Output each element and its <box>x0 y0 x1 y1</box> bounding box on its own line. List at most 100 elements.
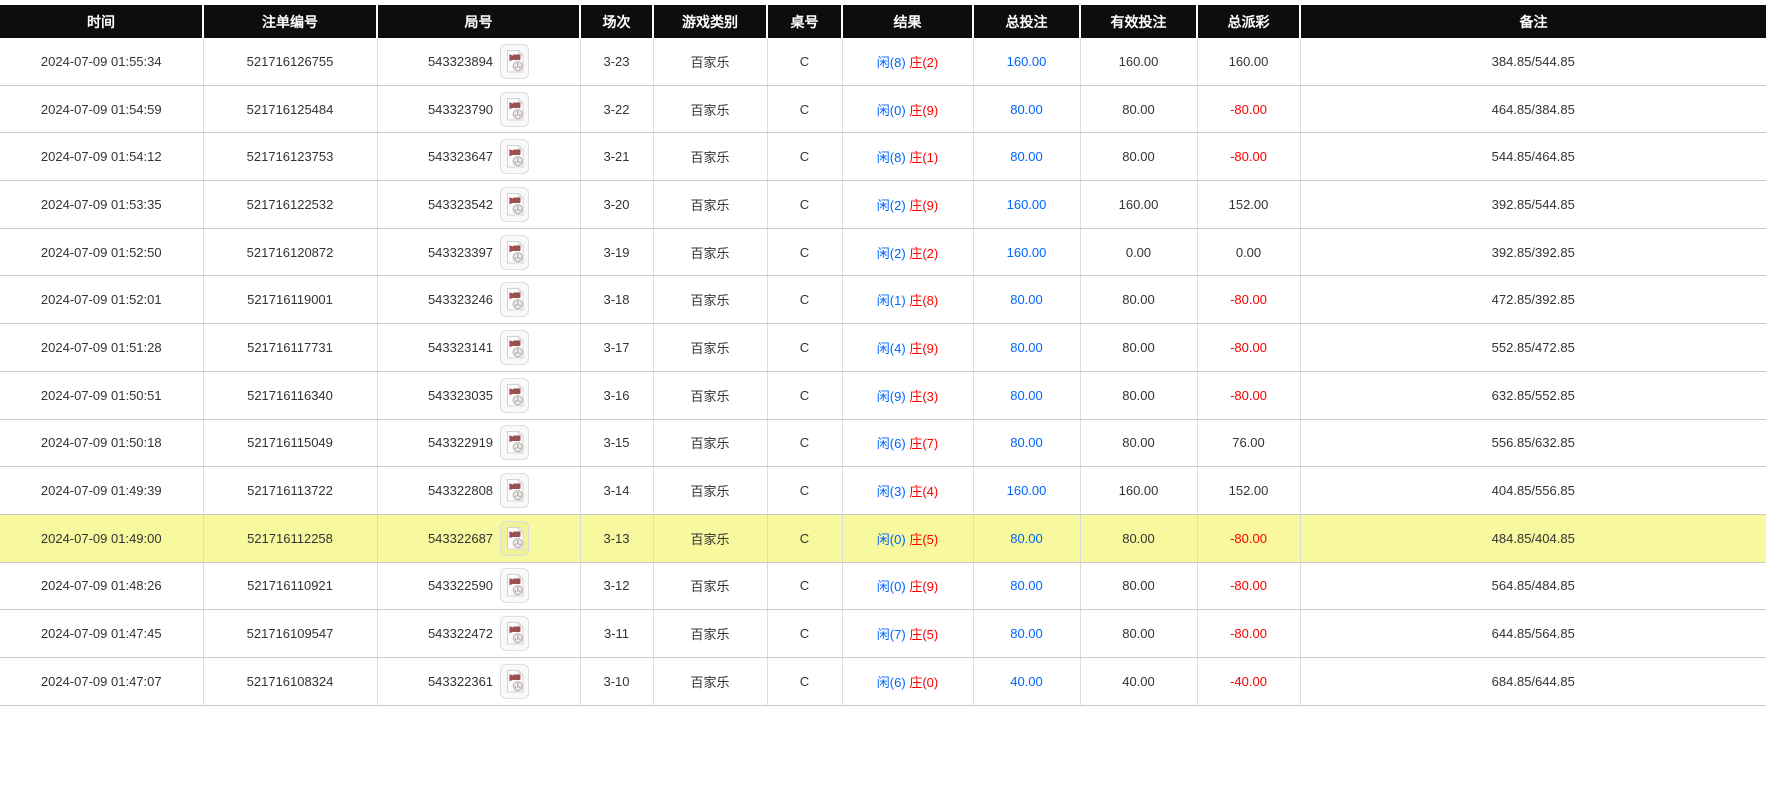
column-header-4: 游戏类别 <box>653 5 767 38</box>
total-bet-cell: 80.00 <box>973 85 1080 133</box>
game-type-cell: 百家乐 <box>653 562 767 610</box>
round-id: 543322919 <box>428 435 493 450</box>
table-number-cell: C <box>767 467 842 515</box>
round-cell: 543323542 <box>377 181 580 229</box>
round-wrap: 543323397 <box>428 235 529 270</box>
bet-id-cell: 521716109547 <box>203 610 377 658</box>
session-cell: 3-15 <box>580 419 653 467</box>
session-cell: 3-13 <box>580 514 653 562</box>
time-cell: 2024-07-09 01:47:07 <box>0 657 203 705</box>
video-replay-button[interactable] <box>500 521 529 556</box>
bet-id-cell: 521716110921 <box>203 562 377 610</box>
video-replay-button[interactable] <box>500 330 529 365</box>
video-replay-icon <box>505 97 525 122</box>
video-replay-icon <box>505 335 525 360</box>
payout-cell: -80.00 <box>1197 514 1300 562</box>
result-cell: 闲(2) 庄(9) <box>842 181 973 229</box>
bet-id-cell: 521716123753 <box>203 133 377 181</box>
round-id: 543323397 <box>428 245 493 260</box>
round-cell: 543322590 <box>377 562 580 610</box>
total-bet-cell: 160.00 <box>973 181 1080 229</box>
table-row: 2024-07-09 01:48:26 521716110921 5433225… <box>0 562 1766 610</box>
video-replay-icon <box>505 240 525 265</box>
game-type-cell: 百家乐 <box>653 85 767 133</box>
video-replay-button[interactable] <box>500 378 529 413</box>
game-type-cell: 百家乐 <box>653 324 767 372</box>
column-header-3: 场次 <box>580 5 653 38</box>
result-player: 闲(7) <box>877 627 906 642</box>
round-id: 543323647 <box>428 149 493 164</box>
video-replay-button[interactable] <box>500 235 529 270</box>
remark-cell: 684.85/644.85 <box>1300 657 1766 705</box>
video-replay-button[interactable] <box>500 282 529 317</box>
video-replay-icon <box>505 49 525 74</box>
valid-bet-cell: 80.00 <box>1080 133 1197 181</box>
time-cell: 2024-07-09 01:48:26 <box>0 562 203 610</box>
round-id: 543322687 <box>428 531 493 546</box>
round-wrap: 543323246 <box>428 282 529 317</box>
total-bet-cell: 80.00 <box>973 562 1080 610</box>
time-cell: 2024-07-09 01:54:59 <box>0 85 203 133</box>
video-replay-button[interactable] <box>500 139 529 174</box>
valid-bet-cell: 80.00 <box>1080 419 1197 467</box>
table-row: 2024-07-09 01:47:07 521716108324 5433223… <box>0 657 1766 705</box>
result-player: 闲(0) <box>877 103 906 118</box>
remark-cell: 392.85/544.85 <box>1300 181 1766 229</box>
round-id: 543322808 <box>428 483 493 498</box>
game-type-cell: 百家乐 <box>653 371 767 419</box>
video-replay-button[interactable] <box>500 187 529 222</box>
payout-cell: -80.00 <box>1197 610 1300 658</box>
remark-cell: 564.85/484.85 <box>1300 562 1766 610</box>
video-replay-button[interactable] <box>500 473 529 508</box>
table-number-cell: C <box>767 610 842 658</box>
video-replay-button[interactable] <box>500 92 529 127</box>
total-bet-cell: 160.00 <box>973 38 1080 85</box>
video-replay-button[interactable] <box>500 664 529 699</box>
time-cell: 2024-07-09 01:53:35 <box>0 181 203 229</box>
table-number-cell: C <box>767 133 842 181</box>
result-player: 闲(6) <box>877 675 906 690</box>
table-row: 2024-07-09 01:55:34 521716126755 5433238… <box>0 38 1766 85</box>
session-cell: 3-16 <box>580 371 653 419</box>
round-wrap: 543323647 <box>428 139 529 174</box>
round-id: 543323246 <box>428 292 493 307</box>
result-cell: 闲(7) 庄(5) <box>842 610 973 658</box>
game-type-cell: 百家乐 <box>653 181 767 229</box>
result-cell: 闲(1) 庄(8) <box>842 276 973 324</box>
table-header: 时间注单编号局号场次游戏类别桌号结果总投注有效投注总派彩备注 <box>0 5 1766 38</box>
payout-cell: -80.00 <box>1197 371 1300 419</box>
game-type-cell: 百家乐 <box>653 419 767 467</box>
payout-cell: 160.00 <box>1197 38 1300 85</box>
remark-cell: 644.85/564.85 <box>1300 610 1766 658</box>
time-cell: 2024-07-09 01:51:28 <box>0 324 203 372</box>
video-replay-button[interactable] <box>500 568 529 603</box>
result-banker: 庄(8) <box>909 293 938 308</box>
round-wrap: 543323790 <box>428 92 529 127</box>
valid-bet-cell: 0.00 <box>1080 228 1197 276</box>
result-banker: 庄(9) <box>909 198 938 213</box>
payout-cell: -40.00 <box>1197 657 1300 705</box>
result-banker: 庄(9) <box>909 103 938 118</box>
valid-bet-cell: 80.00 <box>1080 85 1197 133</box>
total-bet-cell: 40.00 <box>973 657 1080 705</box>
result-banker: 庄(5) <box>909 627 938 642</box>
column-header-5: 桌号 <box>767 5 842 38</box>
table-row: 2024-07-09 01:52:01 521716119001 5433232… <box>0 276 1766 324</box>
session-cell: 3-22 <box>580 85 653 133</box>
total-bet-cell: 80.00 <box>973 276 1080 324</box>
round-cell: 543323397 <box>377 228 580 276</box>
result-player: 闲(9) <box>877 389 906 404</box>
column-header-8: 有效投注 <box>1080 5 1197 38</box>
round-id: 543323790 <box>428 102 493 117</box>
round-cell: 543322472 <box>377 610 580 658</box>
bet-id-cell: 521716119001 <box>203 276 377 324</box>
table-number-cell: C <box>767 181 842 229</box>
result-banker: 庄(0) <box>909 675 938 690</box>
round-wrap: 543323035 <box>428 378 529 413</box>
remark-cell: 384.85/544.85 <box>1300 38 1766 85</box>
table-number-cell: C <box>767 38 842 85</box>
valid-bet-cell: 80.00 <box>1080 324 1197 372</box>
video-replay-button[interactable] <box>500 44 529 79</box>
video-replay-button[interactable] <box>500 616 529 651</box>
video-replay-button[interactable] <box>500 425 529 460</box>
